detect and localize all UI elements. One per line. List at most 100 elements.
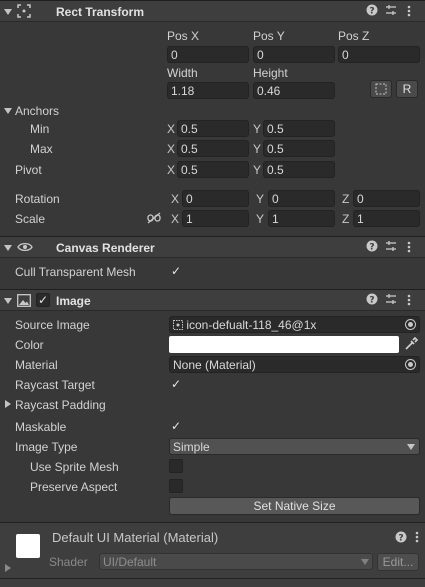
rotation-label: Rotation xyxy=(15,192,60,206)
rot-y-field[interactable]: 0 xyxy=(268,190,335,207)
shader-dropdown[interactable]: UI/Default xyxy=(99,553,373,570)
min-x-field[interactable]: 0.5 xyxy=(177,120,249,137)
canvas-renderer-header[interactable]: Canvas Renderer ? xyxy=(0,236,425,258)
rect-transform-header[interactable]: Rect Transform ? xyxy=(0,0,425,22)
svg-text:?: ? xyxy=(398,534,403,544)
pivot-x-field[interactable]: 0.5 xyxy=(177,161,249,178)
preserve-aspect-checkbox[interactable] xyxy=(169,479,183,493)
image-enabled-checkbox[interactable]: ✓ xyxy=(36,293,50,307)
raycast-padding-label[interactable]: Raycast Padding xyxy=(15,398,106,412)
pivot-label: Pivot xyxy=(15,163,42,177)
help-icon[interactable]: ? xyxy=(365,4,379,19)
image-type-dropdown[interactable]: Simple xyxy=(169,438,420,455)
scale-label: Scale xyxy=(15,212,46,226)
max-y-field[interactable]: 0.5 xyxy=(263,140,335,157)
max-x-field[interactable]: 0.5 xyxy=(177,140,249,157)
color-swatch[interactable] xyxy=(169,336,399,353)
chevron-down-icon xyxy=(407,444,415,450)
more-icon[interactable] xyxy=(402,4,416,21)
eye-icon xyxy=(17,241,33,256)
more-icon[interactable] xyxy=(402,240,416,257)
maskable-label: Maskable xyxy=(15,420,67,434)
svg-text:?: ? xyxy=(369,243,374,253)
cull-transparent-mesh-checkbox[interactable]: ✓ xyxy=(169,264,183,278)
rot-z-axis-label: Z xyxy=(342,192,350,206)
raycast-target-checkbox[interactable]: ✓ xyxy=(169,377,183,391)
scale-z-field[interactable]: 1 xyxy=(353,210,420,227)
material-preview-thumbnail[interactable] xyxy=(16,534,40,558)
image-type-value: Simple xyxy=(173,440,210,454)
min-x-axis-label: X xyxy=(167,122,176,136)
more-icon[interactable] xyxy=(410,530,424,547)
pos-y-field[interactable]: 0 xyxy=(253,46,335,63)
width-field[interactable]: 1.18 xyxy=(167,82,249,99)
max-y-axis-label: Y xyxy=(253,142,262,156)
canvas-renderer-title: Canvas Renderer xyxy=(56,241,155,255)
pos-x-label: Pos X xyxy=(167,29,200,43)
scale-x-field[interactable]: 1 xyxy=(182,210,249,227)
help-icon[interactable]: ? xyxy=(394,531,408,546)
help-icon[interactable]: ? xyxy=(365,240,379,255)
collapse-caret-icon[interactable] xyxy=(4,245,12,251)
raw-edit-button[interactable]: R xyxy=(396,80,418,98)
min-y-field[interactable]: 0.5 xyxy=(263,120,335,137)
image-title: Image xyxy=(56,294,91,308)
color-label: Color xyxy=(15,338,44,352)
max-x-axis-label: X xyxy=(167,142,176,156)
source-image-value: icon-defualt-118_46@1x xyxy=(186,318,317,332)
scale-x-axis-label: X xyxy=(171,212,180,226)
raycast-target-label: Raycast Target xyxy=(15,378,95,392)
anchors-label[interactable]: Anchors xyxy=(15,104,59,118)
constrain-proportions-icon[interactable] xyxy=(147,212,161,227)
shader-label: Shader xyxy=(49,555,88,569)
preset-icon[interactable] xyxy=(384,240,398,255)
rect-transform-icon xyxy=(17,4,31,21)
anchors-caret-icon[interactable] xyxy=(4,108,12,114)
use-sprite-mesh-checkbox[interactable] xyxy=(169,459,183,473)
rot-x-axis-label: X xyxy=(171,192,180,206)
collapse-caret-icon[interactable] xyxy=(4,9,12,15)
sprite-icon xyxy=(173,320,183,330)
material-label: Material xyxy=(15,358,58,372)
height-field[interactable]: 0.46 xyxy=(253,82,335,99)
image-header[interactable]: ✓ Image ? xyxy=(0,289,425,311)
rot-z-field[interactable]: 0 xyxy=(353,190,420,207)
pos-x-field[interactable]: 0 xyxy=(167,46,249,63)
preset-icon[interactable] xyxy=(384,293,398,308)
bottom-separator xyxy=(0,578,425,579)
image-type-label: Image Type xyxy=(15,440,78,454)
pos-y-label: Pos Y xyxy=(253,29,285,43)
source-image-field[interactable]: icon-defualt-118_46@1x xyxy=(169,316,420,333)
preset-icon[interactable] xyxy=(384,4,398,19)
shader-value: UI/Default xyxy=(103,555,157,569)
scale-y-field[interactable]: 1 xyxy=(268,210,335,227)
material-foldout-caret-icon[interactable] xyxy=(5,564,11,572)
maskable-checkbox[interactable]: ✓ xyxy=(169,419,183,433)
pivot-y-field[interactable]: 0.5 xyxy=(263,161,335,178)
use-sprite-mesh-label: Use Sprite Mesh xyxy=(30,460,119,474)
image-component-icon xyxy=(17,294,31,310)
raycast-padding-caret-icon[interactable] xyxy=(5,400,11,408)
min-label: Min xyxy=(30,122,50,136)
set-native-size-button[interactable]: Set Native Size xyxy=(169,497,420,515)
width-label: Width xyxy=(167,66,198,80)
eyedropper-icon[interactable] xyxy=(404,336,419,354)
collapse-caret-icon[interactable] xyxy=(4,298,12,304)
pos-z-field[interactable]: 0 xyxy=(338,46,420,63)
more-icon[interactable] xyxy=(402,293,416,310)
scale-z-axis-label: Z xyxy=(342,212,350,226)
cull-transparent-mesh-label: Cull Transparent Mesh xyxy=(15,265,136,279)
object-picker-icon[interactable] xyxy=(405,319,416,330)
max-label: Max xyxy=(30,142,53,156)
preserve-aspect-label: Preserve Aspect xyxy=(30,480,118,494)
edit-shader-button[interactable]: Edit... xyxy=(377,553,419,571)
blueprint-mode-button[interactable] xyxy=(370,80,392,98)
rect-transform-title: Rect Transform xyxy=(56,5,145,19)
material-field[interactable]: None (Material) xyxy=(169,356,420,373)
chevron-down-icon xyxy=(361,559,369,565)
svg-text:?: ? xyxy=(369,296,374,306)
object-picker-icon[interactable] xyxy=(405,359,416,370)
pivot-y-axis-label: Y xyxy=(253,163,262,177)
rot-x-field[interactable]: 0 xyxy=(182,190,249,207)
help-icon[interactable]: ? xyxy=(365,293,379,308)
